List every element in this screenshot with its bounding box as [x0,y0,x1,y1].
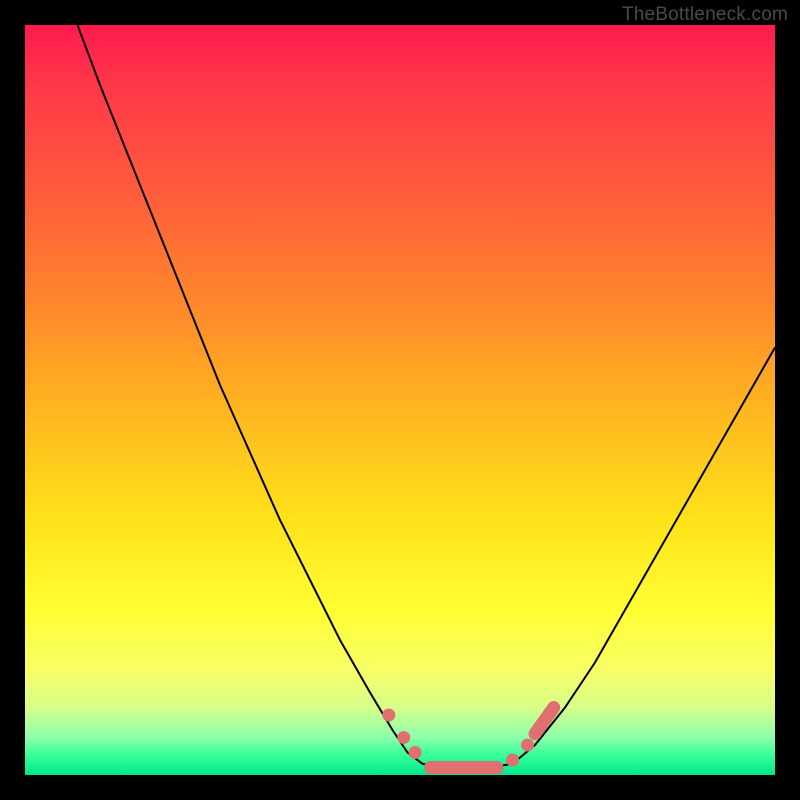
watermark-text: TheBottleneck.com [622,4,788,26]
marker-dot [397,731,410,744]
left-curve [78,25,423,764]
chart-svg [25,25,775,775]
outer-frame: TheBottleneck.com [0,0,800,800]
marker-dot [409,746,422,759]
marker-pill-diagonal [535,708,554,734]
data-markers [382,708,554,775]
marker-dot [382,709,395,722]
marker-dot [506,754,519,767]
marker-pill [424,761,504,774]
plot-area [25,25,775,775]
marker-dot [521,739,534,752]
